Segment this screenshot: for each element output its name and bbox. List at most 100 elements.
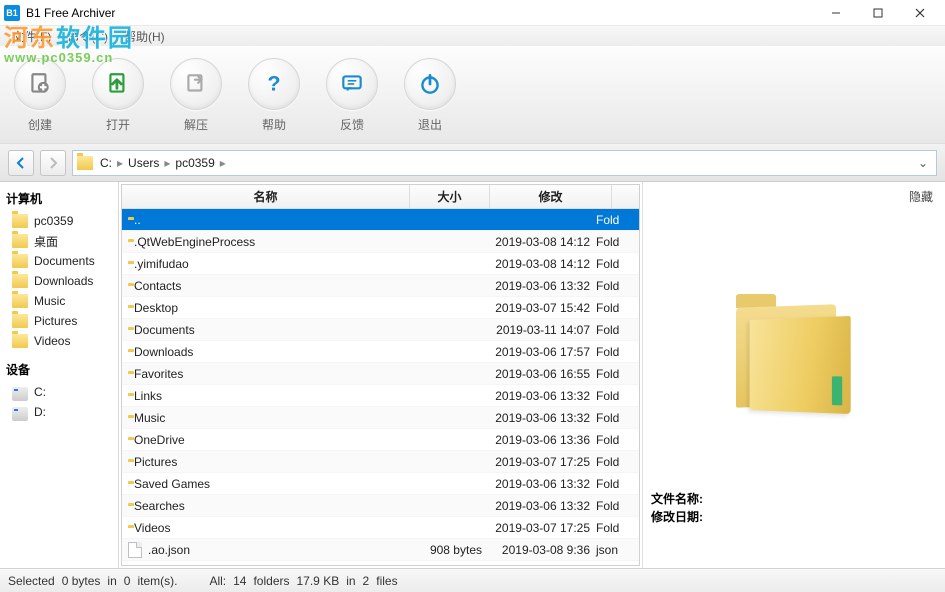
nav-forward-button[interactable] bbox=[40, 150, 66, 176]
menubar: 文件(F) 命令(C) 帮助(H) bbox=[0, 26, 945, 46]
close-button[interactable] bbox=[899, 0, 941, 26]
filename-label: 文件名称: bbox=[651, 492, 703, 506]
file-list-body[interactable]: .. Fold.QtWebEngineProcess 2019-03-08 14… bbox=[122, 209, 639, 565]
table-row[interactable]: .. Fold bbox=[122, 209, 639, 231]
sidebar-group-computer: 计算机 bbox=[2, 188, 116, 211]
extract-icon bbox=[183, 71, 209, 97]
file-modified: 2019-03-08 9:36 bbox=[490, 543, 594, 557]
status-selected-label: Selected bbox=[8, 574, 55, 588]
sidebar-item-label: Documents bbox=[34, 254, 95, 268]
nav-back-button[interactable] bbox=[8, 150, 34, 176]
app-icon: B1 bbox=[4, 5, 20, 21]
file-modified: 2019-03-07 17:25 bbox=[490, 455, 594, 469]
statusbar: Selected 0 bytes in 0 item(s). All: 14 f… bbox=[0, 568, 945, 592]
extract-button[interactable]: 解压 bbox=[166, 56, 226, 135]
chevron-right-icon: ▸ bbox=[218, 156, 228, 170]
column-name[interactable]: 名称 bbox=[122, 185, 410, 208]
status-total-size: 17.9 KB bbox=[297, 574, 340, 588]
table-row[interactable]: Favorites 2019-03-06 16:55 Fold bbox=[122, 363, 639, 385]
file-modified: 2019-03-06 13:32 bbox=[490, 477, 594, 491]
table-row[interactable]: Searches 2019-03-06 13:32 Fold bbox=[122, 495, 639, 517]
status-folders: folders bbox=[253, 574, 289, 588]
table-row[interactable]: OneDrive 2019-03-06 13:36 Fold bbox=[122, 429, 639, 451]
sidebar-item[interactable]: Music bbox=[2, 291, 116, 311]
status-in2: in bbox=[346, 574, 355, 588]
folder-icon bbox=[77, 156, 93, 170]
sidebar-device[interactable]: C: bbox=[2, 382, 116, 402]
breadcrumb[interactable]: C: ▸ Users ▸ pc0359 ▸ ⌄ bbox=[72, 150, 937, 176]
file-name: .. bbox=[134, 213, 141, 227]
chevron-down-icon[interactable]: ⌄ bbox=[914, 156, 932, 170]
table-row[interactable]: Videos 2019-03-07 17:25 Fold bbox=[122, 517, 639, 539]
feedback-button[interactable]: 反馈 bbox=[322, 56, 382, 135]
exit-button[interactable]: 退出 bbox=[400, 56, 460, 135]
main-area: 计算机 pc0359桌面DocumentsDownloadsMusicPictu… bbox=[0, 182, 945, 568]
menu-help[interactable]: 帮助(H) bbox=[116, 26, 173, 47]
status-selected-count: 0 bbox=[124, 574, 131, 588]
file-type: Fold bbox=[594, 257, 630, 271]
create-button[interactable]: 创建 bbox=[10, 56, 70, 135]
hide-preview-link[interactable]: 隐藏 bbox=[909, 188, 933, 205]
path-user[interactable]: pc0359 bbox=[172, 156, 217, 170]
file-modified: 2019-03-08 14:12 bbox=[490, 235, 594, 249]
file-modified: 2019-03-06 13:36 bbox=[490, 433, 594, 447]
sidebar-item[interactable]: Downloads bbox=[2, 271, 116, 291]
table-row[interactable]: .ao.json 908 bytes 2019-03-08 9:36 json bbox=[122, 539, 639, 561]
table-row[interactable]: Contacts 2019-03-06 13:32 Fold bbox=[122, 275, 639, 297]
sidebar-item[interactable]: 桌面 bbox=[2, 231, 116, 251]
file-type: Fold bbox=[594, 235, 630, 249]
table-row[interactable]: .yimifudao 2019-03-08 14:12 Fold bbox=[122, 253, 639, 275]
file-modified: 2019-03-08 14:12 bbox=[490, 257, 594, 271]
file-modified: 2019-03-07 15:42 bbox=[490, 301, 594, 315]
sidebar-item[interactable]: Videos bbox=[2, 331, 116, 351]
sidebar-item-label: Videos bbox=[34, 334, 70, 348]
table-row[interactable]: Music 2019-03-06 13:32 Fold bbox=[122, 407, 639, 429]
file-icon bbox=[128, 542, 142, 558]
table-row[interactable]: Pictures 2019-03-07 17:25 Fold bbox=[122, 451, 639, 473]
file-modified: 2019-03-06 16:55 bbox=[490, 367, 594, 381]
file-name: Contacts bbox=[134, 279, 181, 293]
svg-text:?: ? bbox=[267, 71, 280, 96]
sidebar-item[interactable]: Pictures bbox=[2, 311, 116, 331]
navbar: C: ▸ Users ▸ pc0359 ▸ ⌄ bbox=[0, 144, 945, 182]
table-row[interactable]: Links 2019-03-06 13:32 Fold bbox=[122, 385, 639, 407]
menu-file[interactable]: 文件(F) bbox=[4, 26, 59, 47]
file-type: Fold bbox=[594, 279, 630, 293]
table-row[interactable]: Saved Games 2019-03-06 13:32 Fold bbox=[122, 473, 639, 495]
open-icon bbox=[105, 71, 131, 97]
table-row[interactable]: .QtWebEngineProcess 2019-03-08 14:12 Fol… bbox=[122, 231, 639, 253]
create-label: 创建 bbox=[28, 116, 52, 133]
status-in: in bbox=[107, 574, 116, 588]
folder-icon bbox=[12, 214, 28, 228]
file-type: Fold bbox=[594, 411, 630, 425]
file-type: Fold bbox=[594, 521, 630, 535]
disk-icon bbox=[12, 407, 28, 421]
minimize-button[interactable] bbox=[815, 0, 857, 26]
table-row[interactable]: Desktop 2019-03-07 15:42 Fold bbox=[122, 297, 639, 319]
menu-command[interactable]: 命令(C) bbox=[59, 26, 116, 47]
sidebar-item[interactable]: pc0359 bbox=[2, 211, 116, 231]
table-row[interactable]: Downloads 2019-03-06 17:57 Fold bbox=[122, 341, 639, 363]
path-drive[interactable]: C: bbox=[97, 156, 115, 170]
file-type: json bbox=[594, 543, 630, 557]
sidebar-item-label: Downloads bbox=[34, 274, 93, 288]
sidebar-item[interactable]: Documents bbox=[2, 251, 116, 271]
file-size: 908 bytes bbox=[410, 543, 490, 557]
file-type: Fold bbox=[594, 213, 630, 227]
path-users[interactable]: Users bbox=[125, 156, 162, 170]
open-button[interactable]: 打开 bbox=[88, 56, 148, 135]
maximize-button[interactable] bbox=[857, 0, 899, 26]
help-button[interactable]: ? 帮助 bbox=[244, 56, 304, 135]
status-items: item(s). bbox=[137, 574, 177, 588]
sidebar-device[interactable]: D: bbox=[2, 402, 116, 422]
column-size[interactable]: 大小 bbox=[410, 185, 490, 208]
arrow-left-icon bbox=[15, 157, 27, 169]
chevron-right-icon: ▸ bbox=[115, 156, 125, 170]
column-modified[interactable]: 修改 bbox=[490, 185, 612, 208]
status-file-count: 2 bbox=[363, 574, 370, 588]
file-modified: 2019-03-06 13:32 bbox=[490, 389, 594, 403]
file-type: Fold bbox=[594, 477, 630, 491]
table-row[interactable]: Documents 2019-03-11 14:07 Fold bbox=[122, 319, 639, 341]
folder-icon bbox=[12, 254, 28, 268]
titlebar: B1 B1 Free Archiver bbox=[0, 0, 945, 26]
